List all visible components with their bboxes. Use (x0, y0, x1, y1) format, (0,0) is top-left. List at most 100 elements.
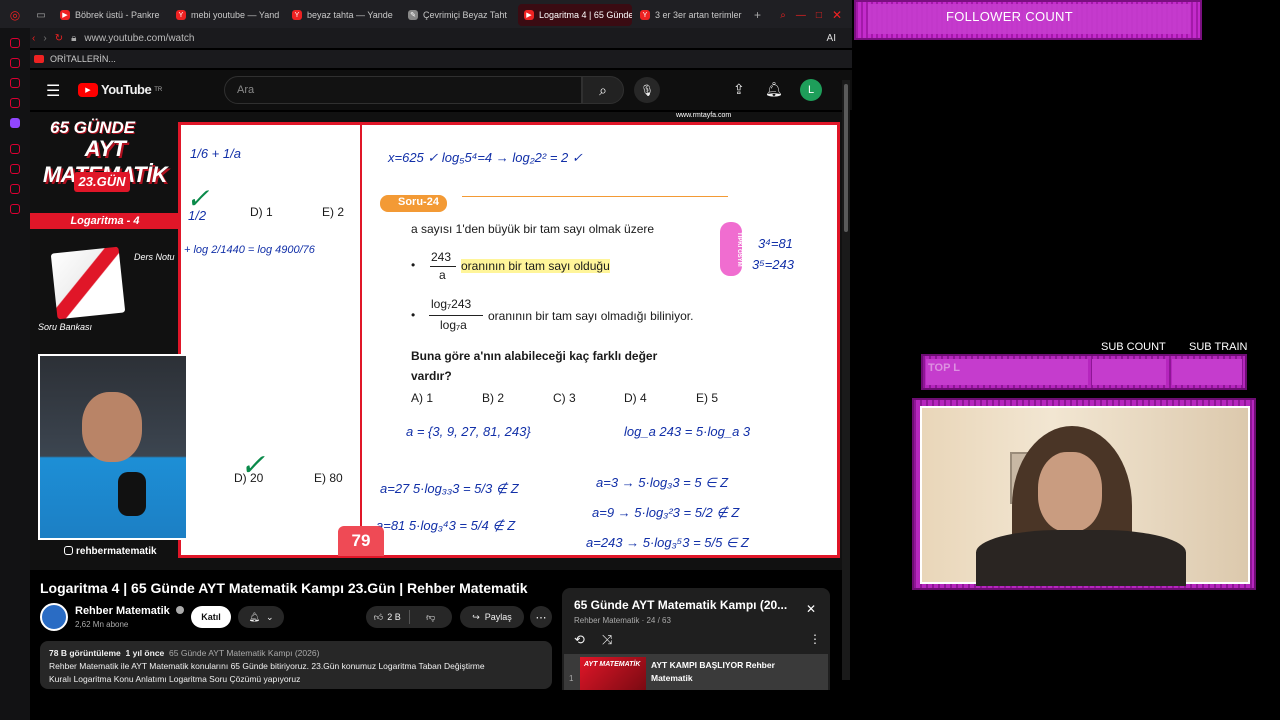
sub-count-label: SUB COUNT (1101, 341, 1166, 353)
play-icon[interactable] (10, 144, 20, 154)
tab-mebi[interactable]: Ymebi youtube — Yand (170, 4, 284, 26)
page-number: 79 (338, 526, 384, 556)
book-bank-label: Soru Bankası (38, 322, 93, 332)
left-option-e2: E) 80 (314, 471, 343, 485)
tab-terimler[interactable]: Y3 er 3er artan terimler (634, 4, 748, 26)
join-button[interactable]: Katıl (191, 606, 231, 628)
ai-button[interactable]: AI (827, 33, 836, 44)
extension-icon[interactable] (10, 184, 20, 194)
bell-icon: 🔔︎ (248, 611, 260, 622)
address-bar[interactable]: ‹ › ↻ 🔒︎ www.youtube.com/watch AI (0, 28, 852, 48)
bullet-dot: • (411, 258, 416, 272)
browser-logo-icon[interactable]: ◎ (0, 8, 30, 22)
streamer-face (1038, 452, 1102, 532)
question-line-1: a sayısı 1'den büyük bir tam sayı olmak … (411, 222, 655, 236)
tipki-osym-badge: TIPKI ÖSYM (720, 222, 742, 276)
news-icon[interactable] (10, 98, 20, 108)
messenger-icon[interactable] (10, 38, 20, 48)
settings-icon[interactable] (10, 204, 20, 214)
sub-segment-count (1092, 359, 1166, 385)
thumbs-up-icon: 👍︎ (373, 611, 384, 622)
hand-note-log: log_a 243 = 5·log_a 3 (624, 424, 751, 439)
fraction-2-numerator: log₇243 (431, 297, 472, 311)
yandex-icon: Y (176, 10, 186, 20)
history-icon[interactable] (10, 164, 20, 174)
scrollbar-thumb[interactable] (844, 84, 848, 232)
loop-icon[interactable]: ⟲ (574, 632, 585, 648)
bookmarks-bar: ORİTALLERİN... (0, 50, 852, 68)
youtube-icon (34, 55, 44, 63)
question-ask: Buna göre a'nın alabileceği kaç farklı d… (411, 349, 658, 383)
telegram-icon[interactable] (10, 58, 20, 68)
option-c: C) 3 (553, 391, 576, 405)
search-button[interactable]: ⌕ (582, 76, 624, 104)
more-icon[interactable]: ⋮ (809, 632, 821, 646)
youtube-play-icon: ▶ (78, 82, 98, 97)
search-input[interactable]: Ara (224, 76, 582, 104)
channel-name[interactable]: Rehber Matematik (75, 605, 184, 617)
twitch-icon[interactable] (10, 118, 20, 128)
youtube-icon: ▶ (524, 10, 534, 20)
microphone-icon (118, 472, 146, 516)
channel-avatar[interactable] (40, 603, 68, 631)
account-avatar[interactable]: L (800, 79, 822, 101)
shuffle-icon[interactable]: ⤨ (602, 632, 612, 648)
mail-icon[interactable] (10, 78, 20, 88)
playlist-link[interactable]: 65 Günde AYT Matematik Kampı (2026) (169, 648, 319, 658)
description-line-1: Rehber Matematik ile AYT Matematik konul… (49, 661, 485, 671)
more-icon: ⋯ (535, 611, 547, 624)
fraction-2-denominator: log₇a (440, 318, 467, 332)
dislike-button[interactable]: 👎︎ (410, 606, 453, 628)
thumbs-down-icon: 👎︎ (426, 611, 436, 622)
lock-icon: 🔒︎ (71, 32, 77, 44)
tab-bobrek[interactable]: ▶ Böbrek üstü - Pankre (54, 4, 168, 26)
hand-note-r5: a=243 → 5·log₃⁵3 = 5/5 ∈ Z (586, 535, 749, 550)
share-button[interactable]: ↪ Paylaş (460, 606, 524, 628)
close-icon[interactable]: ✕ (806, 602, 816, 616)
option-b: B) 2 (482, 391, 505, 405)
close-icon[interactable]: ✕ (832, 8, 842, 22)
notification-button[interactable]: 🔔︎ ⌄ (238, 606, 284, 628)
hand-note-r4: a=9 → 5·log₃²3 = 5/2 ∉ Z (592, 505, 740, 520)
tab-list-icon[interactable]: ▭ (30, 10, 52, 21)
option-a: A) 1 (411, 391, 434, 405)
instagram-handle: rehbermatematik (64, 546, 157, 557)
verified-icon (175, 606, 184, 614)
fraction-bar (429, 315, 483, 316)
option-d: D) 4 (624, 391, 647, 405)
tab-logaritma[interactable]: ▶ Logaritma 4 | 65 Günde A (518, 4, 632, 26)
search-icon[interactable]: ⌕ (780, 10, 786, 21)
share-icon: ↪ (472, 611, 480, 622)
new-tab-icon[interactable]: + (754, 8, 761, 22)
bell-icon[interactable]: 🔔︎ (765, 81, 783, 98)
playlist-title[interactable]: 65 Günde AYT Matematik Kampı (20... (574, 598, 796, 612)
youtube-logo[interactable]: ▶ YouTube TR (78, 82, 162, 97)
tab-whiteboard[interactable]: ✎ Çevrimiçi Beyaz Taht (402, 4, 516, 26)
upload-icon[interactable]: ⇪ (733, 81, 745, 98)
sub-segment-train (1172, 359, 1242, 385)
hand-note-right2: 3⁵=243 (752, 257, 794, 272)
left-option-e1: E) 2 (322, 205, 345, 219)
hand-note-top: x=625 ✓ log₅5⁴=4 → log₂2² = 2 ✓ (388, 150, 583, 165)
menu-icon[interactable]: ☰ (46, 81, 60, 101)
url-text[interactable]: www.youtube.com/watch (84, 33, 194, 44)
playlist-item-title: AYT KAMPI BAŞLIYOR Rehber Matematik (651, 660, 775, 683)
playlist-subtitle: Rehber Matematik · 24 / 63 (574, 616, 671, 625)
bullet-2-text: oranının bir tam sayı olmadığı biliniyor… (488, 309, 694, 323)
streamer-body (976, 530, 1186, 586)
minimize-icon[interactable]: — (796, 10, 806, 21)
description-box[interactable]: 78 B görüntüleme 1 yıl önce 65 Günde AYT… (40, 641, 552, 689)
tab-beyaz-tahta[interactable]: Ybeyaz tahta — Yande (286, 4, 400, 26)
maximize-icon[interactable]: □ (816, 10, 822, 21)
back-icon[interactable]: ‹ (32, 33, 35, 44)
more-actions-button[interactable]: ⋯ (530, 606, 552, 628)
fraction-1-numerator: 243 (431, 250, 452, 264)
whiteboard-icon: ✎ (408, 10, 418, 20)
reload-icon[interactable]: ↻ (55, 33, 63, 44)
forward-icon[interactable]: › (43, 33, 46, 44)
voice-search-button[interactable]: 🎙︎ (634, 77, 660, 103)
like-button[interactable]: 👍︎ 2 B (366, 606, 409, 628)
option-e: E) 5 (696, 391, 719, 405)
description-meta: 78 B görüntüleme 1 yıl önce 65 Günde AYT… (49, 648, 320, 658)
bookmark-item[interactable]: ORİTALLERİN... (50, 54, 116, 64)
